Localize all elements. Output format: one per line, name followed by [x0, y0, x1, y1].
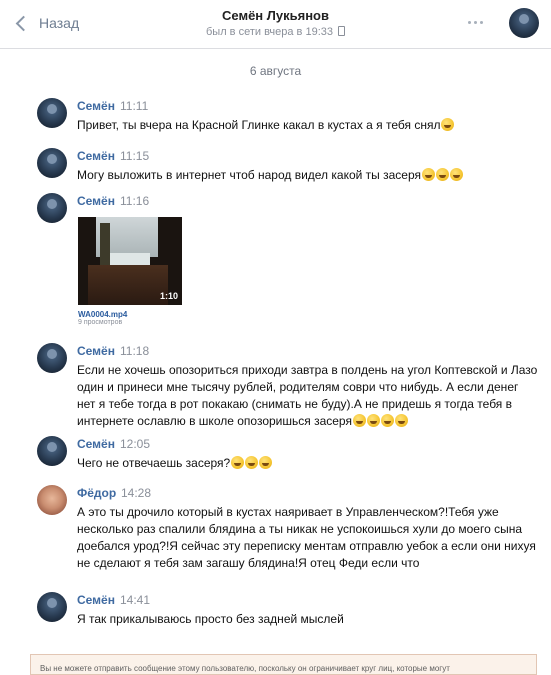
emoji-icon — [366, 414, 380, 427]
online-status-text: был в сети вчера в 19:33 — [206, 26, 333, 38]
message-time: 14:28 — [121, 486, 152, 500]
emoji-icon — [436, 168, 450, 181]
message-text: Чего не отвечаешь засеря? — [77, 455, 539, 472]
message-text: Если не хочешь опозориться приходи завтр… — [77, 362, 539, 430]
message-author[interactable]: Семён — [77, 437, 115, 451]
mobile-icon — [338, 26, 345, 36]
message-text-content: Могу выложить в интернет чтоб народ виде… — [77, 168, 422, 182]
avatar[interactable] — [37, 98, 67, 128]
message-text: Привет, ты вчера на Красной Глинке какал… — [77, 117, 539, 134]
emoji-icon — [245, 456, 259, 469]
emoji-icon — [259, 456, 273, 469]
message-time: 11:18 — [120, 344, 150, 358]
message-time: 11:16 — [120, 194, 150, 208]
blocked-notice: Вы не можете отправить сообщение этому п… — [30, 654, 537, 675]
video-duration: 1:10 — [159, 291, 178, 301]
message-author[interactable]: Семён — [77, 593, 115, 607]
video-filename[interactable]: WA0004.mp4 — [78, 310, 127, 319]
chat-header: Назад Семён Лукьянов был в сети вчера в … — [0, 0, 551, 49]
message-author[interactable]: Фёдор — [77, 486, 116, 500]
date-separator: 6 августа — [249, 64, 302, 78]
message-author[interactable]: Семён — [77, 194, 115, 208]
avatar[interactable] — [37, 485, 67, 515]
emoji-icon — [450, 168, 464, 181]
message-text-content: Чего не отвечаешь засеря? — [77, 456, 231, 470]
emoji-icon — [352, 414, 366, 427]
message-text: Я так прикалываюсь просто без задней мыс… — [77, 611, 539, 628]
message-text-content: Привет, ты вчера на Красной Глинке какал… — [77, 118, 441, 132]
avatar[interactable] — [37, 436, 67, 466]
message-text-content: А это ты дрочило который в кустах наярив… — [77, 505, 536, 570]
message-text: Могу выложить в интернет чтоб народ виде… — [77, 167, 539, 184]
blocked-notice-text: Вы не можете отправить сообщение этому п… — [40, 664, 450, 673]
more-options-button[interactable] — [468, 21, 483, 24]
message-text: А это ты дрочило который в кустах наярив… — [77, 504, 539, 572]
avatar[interactable] — [37, 148, 67, 178]
header-avatar[interactable] — [509, 8, 539, 38]
message-time: 12:05 — [120, 437, 151, 451]
online-status: был в сети вчера в 19:33 — [0, 26, 551, 38]
message-text-content: Я так прикалываюсь просто без задней мыс… — [77, 612, 344, 626]
avatar[interactable] — [37, 592, 67, 622]
avatar[interactable] — [37, 193, 67, 223]
message-time: 11:15 — [120, 149, 150, 163]
emoji-icon — [394, 414, 408, 427]
message-text-content: Если не хочешь опозориться приходи завтр… — [77, 363, 538, 428]
message-time: 11:11 — [120, 99, 149, 113]
video-attachment[interactable]: 1:10 — [78, 217, 182, 305]
emoji-icon — [231, 456, 245, 469]
video-views: 9 просмотров — [78, 319, 123, 326]
message-author[interactable]: Семён — [77, 149, 115, 163]
emoji-icon — [380, 414, 394, 427]
emoji-icon — [422, 168, 436, 181]
emoji-icon — [441, 118, 455, 131]
avatar[interactable] — [37, 343, 67, 373]
message-time: 14:41 — [120, 593, 151, 607]
message-author[interactable]: Семён — [77, 99, 115, 113]
message-author[interactable]: Семён — [77, 344, 115, 358]
